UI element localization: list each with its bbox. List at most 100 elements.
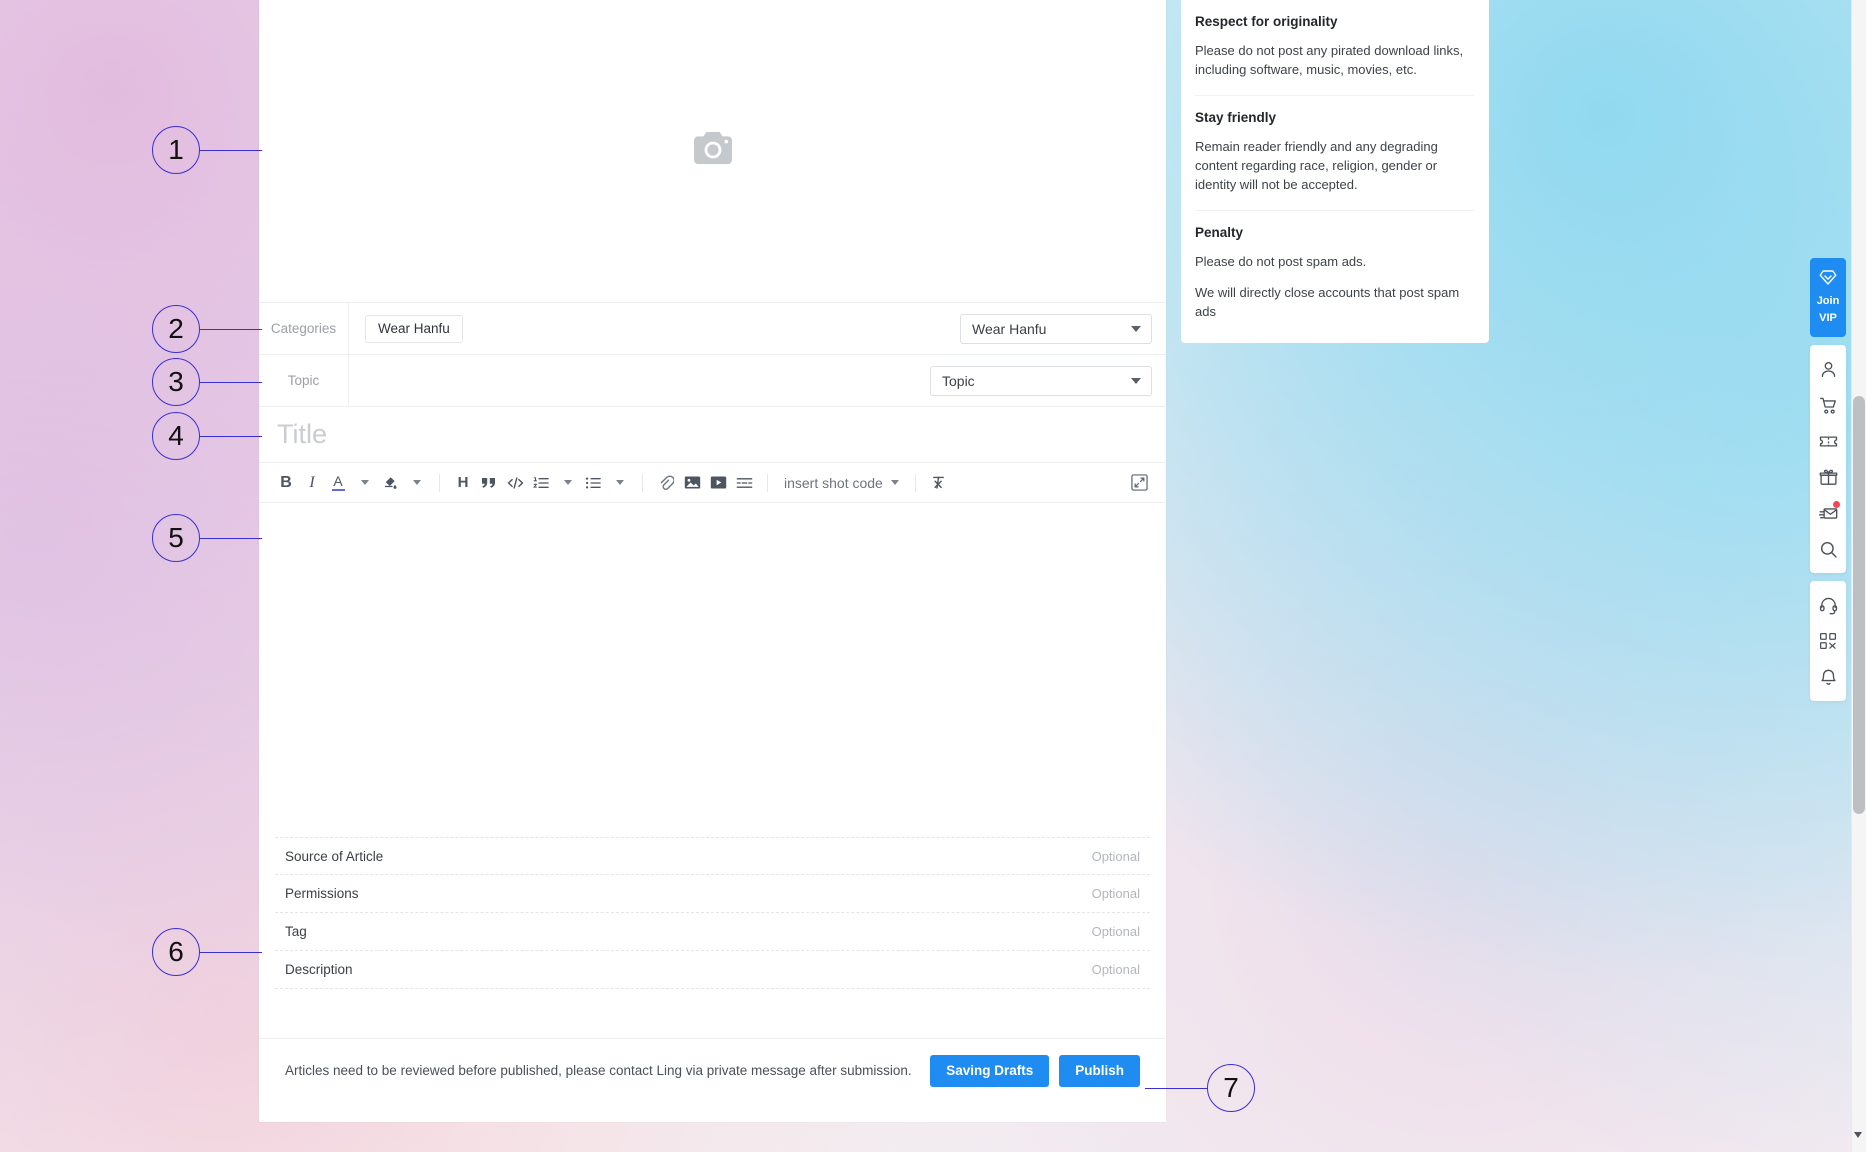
code-icon[interactable] xyxy=(502,469,528,497)
qrcode-icon[interactable] xyxy=(1810,623,1846,659)
optional-row-permissions[interactable]: Permissions Optional xyxy=(275,875,1150,913)
bullet-list-icon[interactable] xyxy=(580,469,606,497)
toolbar-divider xyxy=(767,474,768,492)
annotation-leader-5 xyxy=(200,538,262,539)
topic-select[interactable]: Topic xyxy=(930,366,1152,396)
font-color-swatch xyxy=(332,489,345,492)
divider-icon[interactable] xyxy=(731,469,757,497)
guideline-section-friendly: Stay friendly Remain reader friendly and… xyxy=(1195,96,1475,211)
editor-footer: Articles need to be reviewed before publ… xyxy=(259,1038,1166,1102)
insert-shot-code-dropdown[interactable]: insert shot code xyxy=(778,475,905,491)
scroll-down-arrow-icon[interactable] xyxy=(1854,1132,1862,1138)
highlight-dropdown[interactable] xyxy=(403,469,429,497)
annotation-marker-1: 1 xyxy=(152,126,200,174)
annotation-marker-5: 5 xyxy=(152,514,200,562)
topic-body: Topic xyxy=(349,355,1166,406)
title-input[interactable] xyxy=(277,419,1148,450)
font-color-dropdown[interactable] xyxy=(351,469,377,497)
camera-icon xyxy=(694,132,732,170)
guideline-section-originality: Respect for originality Please do not po… xyxy=(1195,0,1475,96)
optional-row-source[interactable]: Source of Article Optional xyxy=(275,837,1150,875)
annotation-marker-3: 3 xyxy=(152,358,200,406)
highlight-icon[interactable] xyxy=(377,469,403,497)
categories-select-value: Wear Hanfu xyxy=(972,321,1046,337)
cover-image-uploader[interactable] xyxy=(259,0,1166,303)
optional-row-tag[interactable]: Tag Optional xyxy=(275,913,1150,951)
insert-shot-code-label: insert shot code xyxy=(784,475,883,491)
category-chip[interactable]: Wear Hanfu xyxy=(365,315,463,343)
guideline-paragraph: Remain reader friendly and any degrading… xyxy=(1195,137,1475,194)
font-color-button[interactable]: A xyxy=(325,469,351,497)
guideline-paragraph: Please do not post any pirated download … xyxy=(1195,41,1475,79)
user-icon[interactable] xyxy=(1810,351,1846,387)
right-side-rail: Join VIP xyxy=(1810,258,1846,701)
quote-icon[interactable] xyxy=(476,469,502,497)
headset-icon[interactable] xyxy=(1810,587,1846,623)
optional-label: Tag xyxy=(285,924,307,939)
image-icon[interactable] xyxy=(679,469,705,497)
scrollbar-thumb[interactable] xyxy=(1853,396,1865,814)
editor-toolbar: B I A H xyxy=(259,463,1166,503)
mail-icon[interactable] xyxy=(1810,495,1846,531)
topic-label: Topic xyxy=(259,355,349,406)
optional-row-description[interactable]: Description Optional xyxy=(275,951,1150,989)
rail-group-primary xyxy=(1810,345,1846,573)
topic-row: Topic Topic xyxy=(259,355,1166,407)
search-icon[interactable] xyxy=(1810,531,1846,567)
chevron-down-icon xyxy=(1131,326,1141,332)
cart-icon[interactable] xyxy=(1810,387,1846,423)
categories-body: Wear Hanfu Wear Hanfu xyxy=(349,303,1166,354)
optional-fields: Source of Article Optional Permissions O… xyxy=(275,831,1150,989)
bold-button[interactable]: B xyxy=(273,469,299,497)
annotation-marker-2: 2 xyxy=(152,305,200,353)
guideline-paragraph: We will directly close accounts that pos… xyxy=(1195,283,1475,321)
vip-line-1: Join xyxy=(1817,294,1840,308)
font-color-letter: A xyxy=(333,474,342,488)
optional-label: Description xyxy=(285,962,353,977)
toolbar-divider xyxy=(642,474,643,492)
bullet-list-dropdown[interactable] xyxy=(606,469,632,497)
guideline-heading: Stay friendly xyxy=(1195,110,1475,125)
fullscreen-icon[interactable] xyxy=(1126,469,1152,497)
optional-label: Permissions xyxy=(285,886,359,901)
toolbar-divider xyxy=(915,474,916,492)
join-vip-button[interactable]: Join VIP xyxy=(1810,258,1846,337)
optional-hint: Optional xyxy=(1092,924,1140,939)
save-draft-button[interactable]: Saving Drafts xyxy=(930,1055,1049,1087)
annotation-leader-3 xyxy=(200,382,262,383)
optional-hint: Optional xyxy=(1092,962,1140,977)
article-body-editor[interactable] xyxy=(259,503,1166,831)
vip-line-2: VIP xyxy=(1819,311,1837,325)
gift-icon[interactable] xyxy=(1810,459,1846,495)
diamond-icon xyxy=(1818,269,1838,291)
annotation-leader-6 xyxy=(200,952,262,953)
annotation-leader-4 xyxy=(200,436,262,437)
guidelines-panel: Respect for originality Please do not po… xyxy=(1181,0,1489,343)
footer-actions: Saving Drafts Publish xyxy=(930,1055,1140,1087)
annotation-leader-1 xyxy=(200,150,262,151)
page-scrollbar[interactable] xyxy=(1851,0,1866,1152)
toolbar-divider xyxy=(439,474,440,492)
topic-select-value: Topic xyxy=(942,373,975,389)
footer-note: Articles need to be reviewed before publ… xyxy=(285,1063,912,1078)
annotation-marker-4: 4 xyxy=(152,412,200,460)
video-icon[interactable] xyxy=(705,469,731,497)
ordered-list-icon[interactable] xyxy=(528,469,554,497)
publish-button[interactable]: Publish xyxy=(1059,1055,1140,1087)
italic-button[interactable]: I xyxy=(299,469,325,497)
bell-icon[interactable] xyxy=(1810,659,1846,695)
ticket-icon[interactable] xyxy=(1810,423,1846,459)
rail-group-secondary xyxy=(1810,581,1846,701)
guideline-heading: Respect for originality xyxy=(1195,14,1475,29)
article-editor-panel: Categories Wear Hanfu Wear Hanfu Topic T… xyxy=(259,0,1166,1122)
heading-button[interactable]: H xyxy=(450,469,476,497)
ordered-list-dropdown[interactable] xyxy=(554,469,580,497)
annotation-marker-6: 6 xyxy=(152,928,200,976)
link-icon[interactable] xyxy=(653,469,679,497)
clear-format-icon[interactable] xyxy=(926,469,952,497)
categories-select[interactable]: Wear Hanfu xyxy=(960,314,1152,344)
optional-hint: Optional xyxy=(1092,849,1140,864)
categories-row: Categories Wear Hanfu Wear Hanfu xyxy=(259,303,1166,355)
guideline-section-penalty: Penalty Please do not post spam ads. We … xyxy=(1195,211,1475,343)
title-row xyxy=(259,407,1166,463)
